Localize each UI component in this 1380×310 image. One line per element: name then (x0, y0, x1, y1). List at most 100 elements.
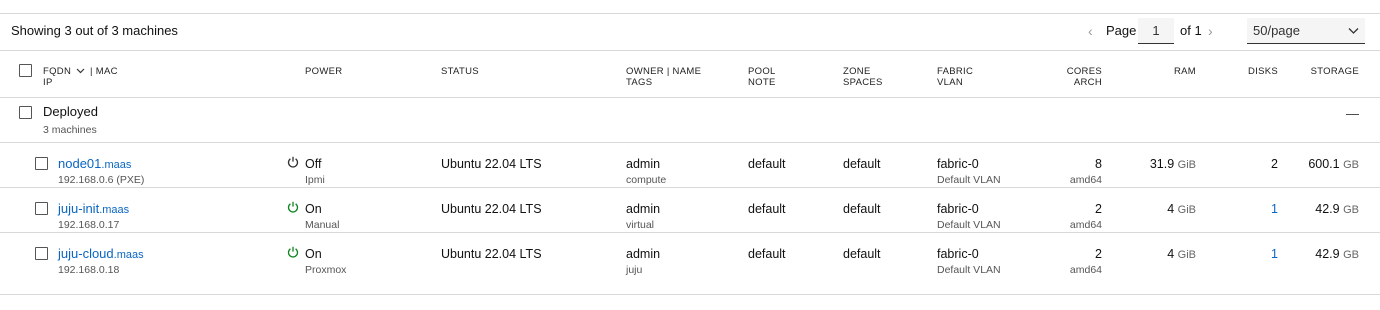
machine-ram-value: 31.9 (1149, 157, 1175, 171)
page-total-label: of 1 (1180, 23, 1202, 38)
machine-status[interactable]: Ubuntu 22.04 LTS (441, 156, 542, 172)
column-header-note: NOTE (748, 77, 776, 88)
header-divider (0, 50, 1380, 51)
page-label: Page (1106, 23, 1137, 38)
per-page-value: 50/page (1253, 23, 1300, 38)
column-header-arch: ARCH (1073, 77, 1102, 88)
column-header-ip: IP (43, 77, 53, 88)
machine-storage: 42.9 GB (1286, 246, 1359, 263)
machine-hostname: juju-init (58, 201, 100, 216)
select-all-checkbox[interactable] (19, 64, 32, 77)
machine-checkbox[interactable] (35, 247, 48, 260)
column-header-owner[interactable]: OWNER | NAME (626, 66, 701, 77)
machine-ip: 192.168.0.6 (PXE) (58, 174, 145, 186)
machine-arch: amd64 (1069, 219, 1102, 231)
machine-power-type: Ipmi (305, 174, 325, 186)
per-page-select[interactable]: 50/page (1247, 18, 1365, 44)
machine-pool[interactable]: default (748, 156, 786, 172)
machine-ip: 192.168.0.17 (58, 219, 120, 231)
mac-header-label: | MAC (90, 66, 118, 77)
column-header-disks[interactable]: DISKS (1230, 66, 1278, 77)
machine-storage-unit: GB (1343, 204, 1359, 216)
machine-pool[interactable]: default (748, 246, 786, 262)
machine-domain: .maas (113, 249, 144, 261)
machine-tags: compute (626, 174, 667, 186)
column-header-storage[interactable]: STORAGE (1296, 66, 1359, 77)
page-number-input[interactable] (1138, 18, 1174, 44)
machine-tags: virtual (626, 219, 655, 231)
column-header-power[interactable]: POWER (305, 66, 342, 77)
machine-zone[interactable]: default (843, 201, 881, 217)
machine-disks[interactable]: 1 (1230, 201, 1278, 217)
machine-domain: .maas (101, 159, 132, 171)
machine-vlan: Default VLAN (937, 174, 1001, 186)
table-row[interactable]: juju-cloud.maas 192.168.0.18 On Proxmox … (0, 239, 1380, 284)
machine-storage-value: 42.9 (1315, 202, 1340, 216)
column-header-fabric[interactable]: FABRIC (937, 66, 973, 77)
machine-disks[interactable]: 1 (1230, 246, 1278, 262)
machine-disks[interactable]: 2 (1230, 156, 1278, 172)
group-divider (0, 142, 1380, 143)
machine-ram-value: 4 (1167, 202, 1175, 216)
machine-fqdn-link[interactable]: node01.maas (58, 156, 131, 173)
machine-ram: 4 GiB (1120, 246, 1196, 263)
machine-fabric[interactable]: fabric-0 (937, 156, 979, 172)
top-divider (0, 13, 1380, 14)
group-checkbox[interactable] (19, 106, 32, 119)
machine-owner[interactable]: admin (626, 246, 660, 262)
machine-fqdn-link[interactable]: juju-init.maas (58, 201, 129, 218)
machine-status[interactable]: Ubuntu 22.04 LTS (441, 246, 542, 262)
machine-hostname: node01 (58, 156, 102, 171)
column-header-pool[interactable]: POOL (748, 66, 776, 77)
row-divider (0, 187, 1380, 188)
machine-fabric[interactable]: fabric-0 (937, 201, 979, 217)
machine-arch: amd64 (1069, 174, 1102, 186)
group-collapse-button[interactable]: — (1346, 106, 1359, 122)
machine-status[interactable]: Ubuntu 22.04 LTS (441, 201, 542, 217)
group-count: 3 machines (43, 124, 97, 136)
machine-zone[interactable]: default (843, 156, 881, 172)
chevron-down-icon (1348, 28, 1359, 34)
machine-storage-value: 42.9 (1315, 247, 1340, 261)
machine-fabric[interactable]: fabric-0 (937, 246, 979, 262)
machine-checkbox[interactable] (35, 157, 48, 170)
row-divider (0, 232, 1380, 233)
column-header-ram[interactable]: RAM (1140, 66, 1196, 77)
power-icon (287, 246, 299, 258)
machine-power-type: Proxmox (305, 264, 347, 276)
column-header-vlan: VLAN (937, 77, 964, 88)
power-icon (287, 156, 299, 168)
machine-storage: 42.9 GB (1286, 201, 1359, 218)
column-header-fqdn[interactable]: FQDN | MAC (43, 66, 118, 77)
machine-power-state[interactable]: On (305, 246, 322, 262)
group-name: Deployed (43, 104, 98, 119)
machine-arch: amd64 (1069, 264, 1102, 276)
machine-owner[interactable]: admin (626, 156, 660, 172)
prev-page-icon[interactable]: ‹ (1088, 23, 1102, 39)
column-header-status[interactable]: STATUS (441, 66, 479, 77)
machine-vlan: Default VLAN (937, 264, 1001, 276)
machine-power-state[interactable]: On (305, 201, 322, 217)
machine-ip: 192.168.0.18 (58, 264, 120, 276)
machine-checkbox[interactable] (35, 202, 48, 215)
bottom-divider (0, 294, 1380, 295)
machine-count-summary: Showing 3 out of 3 machines (11, 23, 178, 38)
machine-pool[interactable]: default (748, 201, 786, 217)
machine-owner[interactable]: admin (626, 201, 660, 217)
machine-ram-unit: GiB (1177, 204, 1196, 216)
column-header-cores[interactable]: CORES (1050, 66, 1102, 77)
machine-ram: 31.9 GiB (1120, 156, 1196, 173)
machine-storage: 600.1 GB (1286, 156, 1359, 173)
machine-zone[interactable]: default (843, 246, 881, 262)
machine-cores: 2 (1095, 202, 1102, 216)
machine-power-state[interactable]: Off (305, 156, 321, 172)
fqdn-header-label: FQDN (43, 66, 72, 77)
column-header-zone[interactable]: ZONE (843, 66, 871, 77)
machine-cores: 2 (1095, 247, 1102, 261)
machine-fqdn-link[interactable]: juju-cloud.maas (58, 246, 144, 263)
next-page-icon[interactable]: › (1208, 23, 1220, 39)
machine-tags: juju (626, 264, 643, 276)
machine-storage-unit: GB (1343, 159, 1359, 171)
machine-power-type: Manual (305, 219, 340, 231)
machine-hostname: juju-cloud (58, 246, 114, 261)
